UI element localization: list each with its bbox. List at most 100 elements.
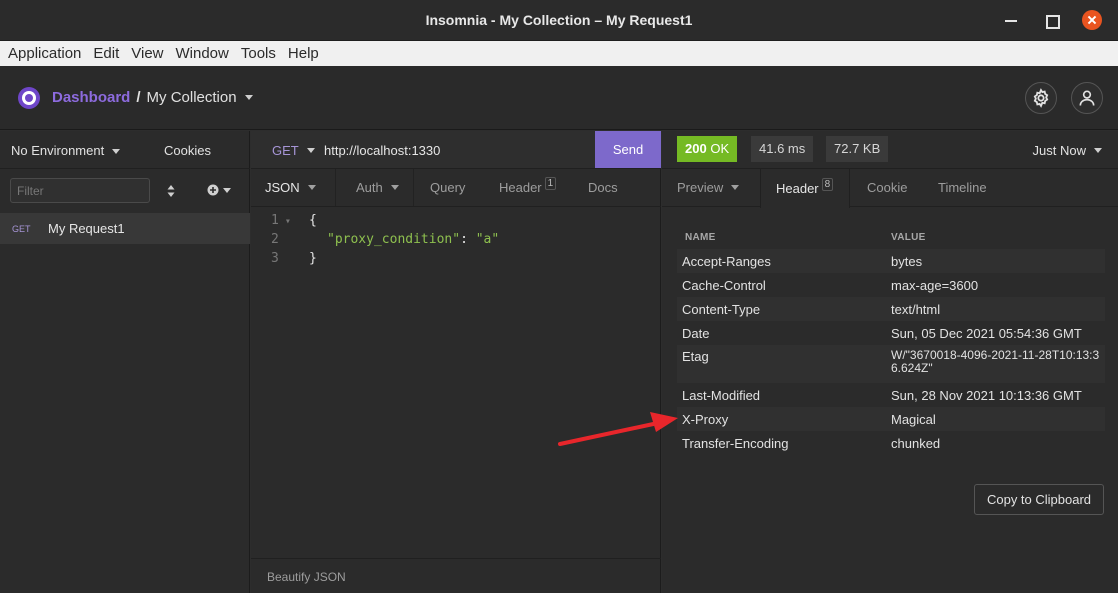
window-controls bbox=[1002, 10, 1102, 30]
line-number: 2 bbox=[271, 232, 279, 247]
header-count-badge: 1 bbox=[544, 177, 557, 190]
table-row: Accept-Ranges bytes bbox=[677, 249, 1105, 273]
minimize-icon[interactable] bbox=[1002, 11, 1020, 29]
request-list-item[interactable]: GET My Request1 bbox=[0, 213, 250, 244]
title-bar: Insomnia - My Collection – My Request1 bbox=[0, 0, 1118, 41]
window-title: Insomnia - My Collection – My Request1 bbox=[425, 12, 693, 28]
response-pane: 200 OK 41.6 ms 72.7 KB Just Now Preview … bbox=[662, 131, 1118, 593]
table-row: Date Sun, 05 Dec 2021 05:54:36 GMT bbox=[682, 325, 1082, 341]
environment-label: No Environment bbox=[11, 143, 105, 158]
filter-input[interactable] bbox=[10, 178, 150, 203]
request-method: GET bbox=[12, 224, 31, 234]
plus-circle-icon bbox=[207, 184, 219, 196]
menu-tools[interactable]: Tools bbox=[235, 45, 282, 62]
menu-help[interactable]: Help bbox=[282, 45, 325, 62]
request-pane: GET http://localhost:1330 Send JSON Auth… bbox=[251, 131, 661, 593]
tab-cookie[interactable]: Cookie bbox=[850, 169, 924, 206]
menu-view[interactable]: View bbox=[125, 45, 169, 62]
status-badge: 200 OK bbox=[677, 136, 738, 162]
breadcrumb: Dashboard / My Collection bbox=[52, 89, 253, 106]
tab-label: Cookie bbox=[867, 180, 908, 195]
sidebar: No Environment Cookies GET My Request1 bbox=[0, 131, 250, 593]
chevron-down-icon bbox=[731, 185, 740, 190]
app-header: Dashboard / My Collection bbox=[0, 66, 1118, 130]
table-row: Etag W/"3670018-4096-2021-11-28T10:13:36.… bbox=[677, 345, 1105, 383]
breadcrumb-dashboard[interactable]: Dashboard bbox=[52, 89, 130, 106]
send-button[interactable]: Send bbox=[595, 131, 661, 168]
tab-label: Preview bbox=[677, 180, 724, 195]
menu-application[interactable]: Application bbox=[2, 45, 87, 62]
table-row: Content-Type text/html bbox=[677, 297, 1105, 321]
header-count-badge: 8 bbox=[821, 178, 834, 191]
menu-bar: Application Edit View Window Tools Help bbox=[0, 41, 1118, 66]
request-name: My Request1 bbox=[48, 221, 125, 236]
breadcrumb-collection[interactable]: My Collection bbox=[147, 89, 237, 106]
table-row: Cache-Control max-age=3600 bbox=[682, 277, 979, 293]
tab-query[interactable]: Query bbox=[414, 169, 486, 206]
chevron-down-icon bbox=[112, 149, 121, 155]
insomnia-logo-icon bbox=[18, 87, 40, 109]
table-row: X-Proxy Magical bbox=[677, 407, 1105, 431]
history-dropdown[interactable]: Just Now bbox=[1033, 143, 1102, 158]
chevron-down-icon bbox=[307, 185, 316, 190]
response-status-bar: 200 OK 41.6 ms 72.7 KB Just Now bbox=[662, 131, 1118, 169]
response-time: 41.6 ms bbox=[751, 136, 814, 162]
tab-label: Auth bbox=[356, 180, 383, 195]
code-line: "proxy_condition": "a" bbox=[327, 232, 500, 247]
url-bar: GET http://localhost:1330 Send bbox=[251, 131, 661, 169]
tab-timeline[interactable]: Timeline bbox=[924, 169, 1014, 206]
tab-auth[interactable]: Auth bbox=[336, 169, 414, 206]
code-line: } bbox=[309, 251, 317, 266]
editor-footer: Beautify JSON bbox=[251, 558, 661, 593]
breadcrumb-separator: / bbox=[136, 89, 141, 106]
json-body-editor[interactable]: 1 ▾ { 2 "proxy_condition": "a" 3 } bbox=[251, 209, 661, 559]
beautify-json-button[interactable]: Beautify JSON bbox=[267, 570, 346, 584]
environment-selector[interactable]: No Environment bbox=[11, 143, 121, 158]
column-value: VALUE bbox=[891, 231, 926, 243]
table-row: Transfer-Encoding chunked bbox=[682, 435, 941, 451]
copy-to-clipboard-button[interactable]: Copy to Clipboard bbox=[974, 484, 1104, 515]
url-input[interactable]: http://localhost:1330 bbox=[324, 143, 440, 158]
tab-response-header[interactable]: Header 8 bbox=[760, 169, 850, 208]
tab-docs[interactable]: Docs bbox=[574, 169, 646, 206]
environment-row: No Environment Cookies bbox=[0, 131, 250, 169]
maximize-icon[interactable] bbox=[1042, 11, 1060, 29]
line-number: 3 bbox=[271, 251, 279, 266]
tab-label: Header bbox=[499, 180, 542, 195]
table-row: Last-Modified Sun, 28 Nov 2021 10:13:36 G… bbox=[682, 387, 1082, 403]
chevron-down-icon[interactable] bbox=[244, 95, 253, 100]
add-request-button[interactable] bbox=[207, 184, 231, 196]
response-headers-table: NAME VALUE Accept-Ranges bytes Cache-Cont… bbox=[677, 225, 1105, 455]
tab-json[interactable]: JSON bbox=[251, 169, 336, 206]
method-selector[interactable]: GET bbox=[272, 143, 315, 158]
chevron-down-icon bbox=[223, 187, 231, 193]
tab-label: Query bbox=[430, 180, 466, 195]
line-number: 1 ▾ bbox=[271, 213, 291, 228]
tab-preview[interactable]: Preview bbox=[662, 169, 760, 206]
tab-header[interactable]: Header 1 bbox=[486, 169, 574, 206]
chevron-down-icon bbox=[390, 185, 399, 190]
settings-button[interactable] bbox=[1025, 82, 1057, 114]
filter-row bbox=[0, 169, 250, 213]
chevron-down-icon bbox=[1094, 148, 1102, 153]
history-label: Just Now bbox=[1032, 143, 1086, 158]
tab-label: JSON bbox=[265, 180, 300, 195]
sort-icon[interactable] bbox=[166, 183, 176, 199]
menu-edit[interactable]: Edit bbox=[87, 45, 125, 62]
tab-label: Docs bbox=[588, 180, 618, 195]
response-size: 72.7 KB bbox=[826, 136, 889, 162]
chevron-down-icon bbox=[306, 148, 315, 153]
tab-label: Header bbox=[776, 181, 819, 196]
cookies-button[interactable]: Cookies bbox=[164, 143, 211, 158]
method-label: GET bbox=[272, 143, 299, 158]
response-tabs: Preview Header 8 Cookie Timeline bbox=[662, 169, 1118, 208]
request-tabs: JSON Auth Query Header 1 Docs bbox=[251, 169, 661, 207]
table-header: NAME VALUE bbox=[677, 225, 1105, 249]
column-name: NAME bbox=[685, 231, 716, 243]
code-line: { bbox=[309, 213, 317, 228]
tab-label: Timeline bbox=[938, 180, 987, 195]
account-button[interactable] bbox=[1071, 82, 1103, 114]
gear-icon bbox=[1033, 88, 1049, 108]
menu-window[interactable]: Window bbox=[170, 45, 235, 62]
close-icon[interactable] bbox=[1082, 10, 1102, 30]
